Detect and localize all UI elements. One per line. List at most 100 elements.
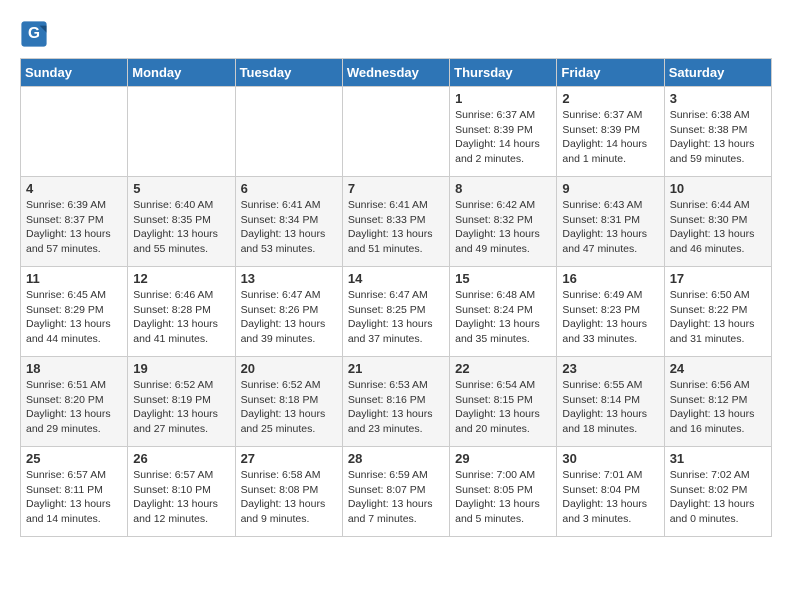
calendar-cell: 22 Sunrise: 6:54 AM Sunset: 8:15 PM Dayli… bbox=[450, 357, 557, 447]
calendar-week-row: 11 Sunrise: 6:45 AM Sunset: 8:29 PM Dayli… bbox=[21, 267, 772, 357]
day-detail: Sunrise: 6:40 AM Sunset: 8:35 PM Dayligh… bbox=[133, 198, 229, 257]
day-number: 6 bbox=[241, 181, 337, 196]
calendar-cell: 2 Sunrise: 6:37 AM Sunset: 8:39 PM Daylig… bbox=[557, 87, 664, 177]
calendar-header-row: SundayMondayTuesdayWednesdayThursdayFrid… bbox=[21, 59, 772, 87]
calendar-cell: 11 Sunrise: 6:45 AM Sunset: 8:29 PM Dayli… bbox=[21, 267, 128, 357]
calendar-cell: 28 Sunrise: 6:59 AM Sunset: 8:07 PM Dayli… bbox=[342, 447, 449, 537]
calendar-cell: 12 Sunrise: 6:46 AM Sunset: 8:28 PM Dayli… bbox=[128, 267, 235, 357]
day-number: 24 bbox=[670, 361, 766, 376]
day-number: 14 bbox=[348, 271, 444, 286]
day-number: 8 bbox=[455, 181, 551, 196]
day-number: 12 bbox=[133, 271, 229, 286]
header-tuesday: Tuesday bbox=[235, 59, 342, 87]
calendar-table: SundayMondayTuesdayWednesdayThursdayFrid… bbox=[20, 58, 772, 537]
day-number: 27 bbox=[241, 451, 337, 466]
day-detail: Sunrise: 6:55 AM Sunset: 8:14 PM Dayligh… bbox=[562, 378, 658, 437]
calendar-cell bbox=[128, 87, 235, 177]
day-number: 3 bbox=[670, 91, 766, 106]
day-detail: Sunrise: 6:37 AM Sunset: 8:39 PM Dayligh… bbox=[562, 108, 658, 167]
day-detail: Sunrise: 6:39 AM Sunset: 8:37 PM Dayligh… bbox=[26, 198, 122, 257]
header-wednesday: Wednesday bbox=[342, 59, 449, 87]
calendar-cell bbox=[21, 87, 128, 177]
day-number: 31 bbox=[670, 451, 766, 466]
day-number: 2 bbox=[562, 91, 658, 106]
day-number: 29 bbox=[455, 451, 551, 466]
day-detail: Sunrise: 6:37 AM Sunset: 8:39 PM Dayligh… bbox=[455, 108, 551, 167]
day-number: 28 bbox=[348, 451, 444, 466]
calendar-cell: 6 Sunrise: 6:41 AM Sunset: 8:34 PM Daylig… bbox=[235, 177, 342, 267]
header-friday: Friday bbox=[557, 59, 664, 87]
day-detail: Sunrise: 6:50 AM Sunset: 8:22 PM Dayligh… bbox=[670, 288, 766, 347]
day-detail: Sunrise: 6:51 AM Sunset: 8:20 PM Dayligh… bbox=[26, 378, 122, 437]
day-detail: Sunrise: 6:41 AM Sunset: 8:33 PM Dayligh… bbox=[348, 198, 444, 257]
day-detail: Sunrise: 6:47 AM Sunset: 8:25 PM Dayligh… bbox=[348, 288, 444, 347]
day-detail: Sunrise: 6:57 AM Sunset: 8:11 PM Dayligh… bbox=[26, 468, 122, 527]
calendar-week-row: 25 Sunrise: 6:57 AM Sunset: 8:11 PM Dayli… bbox=[21, 447, 772, 537]
day-number: 4 bbox=[26, 181, 122, 196]
calendar-cell: 21 Sunrise: 6:53 AM Sunset: 8:16 PM Dayli… bbox=[342, 357, 449, 447]
calendar-cell: 10Sunrise: 6:44 AM Sunset: 8:30 PM Dayli… bbox=[664, 177, 771, 267]
calendar-cell: 29 Sunrise: 7:00 AM Sunset: 8:05 PM Dayli… bbox=[450, 447, 557, 537]
day-detail: Sunrise: 6:47 AM Sunset: 8:26 PM Dayligh… bbox=[241, 288, 337, 347]
day-number: 21 bbox=[348, 361, 444, 376]
calendar-cell: 14 Sunrise: 6:47 AM Sunset: 8:25 PM Dayli… bbox=[342, 267, 449, 357]
day-detail: Sunrise: 6:57 AM Sunset: 8:10 PM Dayligh… bbox=[133, 468, 229, 527]
day-detail: Sunrise: 6:48 AM Sunset: 8:24 PM Dayligh… bbox=[455, 288, 551, 347]
day-number: 22 bbox=[455, 361, 551, 376]
day-detail: Sunrise: 6:59 AM Sunset: 8:07 PM Dayligh… bbox=[348, 468, 444, 527]
calendar-cell: 19Sunrise: 6:52 AM Sunset: 8:19 PM Dayli… bbox=[128, 357, 235, 447]
header-thursday: Thursday bbox=[450, 59, 557, 87]
header-sunday: Sunday bbox=[21, 59, 128, 87]
calendar-cell: 1 Sunrise: 6:37 AM Sunset: 8:39 PM Daylig… bbox=[450, 87, 557, 177]
day-detail: Sunrise: 6:53 AM Sunset: 8:16 PM Dayligh… bbox=[348, 378, 444, 437]
day-detail: Sunrise: 6:56 AM Sunset: 8:12 PM Dayligh… bbox=[670, 378, 766, 437]
day-number: 1 bbox=[455, 91, 551, 106]
calendar-cell: 3 Sunrise: 6:38 AM Sunset: 8:38 PM Daylig… bbox=[664, 87, 771, 177]
calendar-cell: 13Sunrise: 6:47 AM Sunset: 8:26 PM Dayli… bbox=[235, 267, 342, 357]
calendar-cell: 4 Sunrise: 6:39 AM Sunset: 8:37 PM Daylig… bbox=[21, 177, 128, 267]
calendar-cell: 27 Sunrise: 6:58 AM Sunset: 8:08 PM Dayli… bbox=[235, 447, 342, 537]
day-detail: Sunrise: 6:58 AM Sunset: 8:08 PM Dayligh… bbox=[241, 468, 337, 527]
day-number: 16 bbox=[562, 271, 658, 286]
calendar-cell: 18 Sunrise: 6:51 AM Sunset: 8:20 PM Dayli… bbox=[21, 357, 128, 447]
day-number: 17 bbox=[670, 271, 766, 286]
day-number: 11 bbox=[26, 271, 122, 286]
calendar-cell: 24 Sunrise: 6:56 AM Sunset: 8:12 PM Dayli… bbox=[664, 357, 771, 447]
calendar-cell: 15 Sunrise: 6:48 AM Sunset: 8:24 PM Dayli… bbox=[450, 267, 557, 357]
calendar-cell: 26Sunrise: 6:57 AM Sunset: 8:10 PM Dayli… bbox=[128, 447, 235, 537]
day-detail: Sunrise: 6:45 AM Sunset: 8:29 PM Dayligh… bbox=[26, 288, 122, 347]
day-number: 30 bbox=[562, 451, 658, 466]
day-detail: Sunrise: 6:54 AM Sunset: 8:15 PM Dayligh… bbox=[455, 378, 551, 437]
day-detail: Sunrise: 6:41 AM Sunset: 8:34 PM Dayligh… bbox=[241, 198, 337, 257]
logo-icon: G bbox=[20, 20, 48, 48]
calendar-cell: 16 Sunrise: 6:49 AM Sunset: 8:23 PM Dayli… bbox=[557, 267, 664, 357]
calendar-cell: 20Sunrise: 6:52 AM Sunset: 8:18 PM Dayli… bbox=[235, 357, 342, 447]
header-monday: Monday bbox=[128, 59, 235, 87]
day-number: 18 bbox=[26, 361, 122, 376]
day-detail: Sunrise: 6:49 AM Sunset: 8:23 PM Dayligh… bbox=[562, 288, 658, 347]
day-number: 5 bbox=[133, 181, 229, 196]
calendar-cell: 17 Sunrise: 6:50 AM Sunset: 8:22 PM Dayli… bbox=[664, 267, 771, 357]
calendar-cell: 30 Sunrise: 7:01 AM Sunset: 8:04 PM Dayli… bbox=[557, 447, 664, 537]
day-detail: Sunrise: 6:42 AM Sunset: 8:32 PM Dayligh… bbox=[455, 198, 551, 257]
calendar-cell: 25 Sunrise: 6:57 AM Sunset: 8:11 PM Dayli… bbox=[21, 447, 128, 537]
day-detail: Sunrise: 7:02 AM Sunset: 8:02 PM Dayligh… bbox=[670, 468, 766, 527]
day-number: 9 bbox=[562, 181, 658, 196]
day-detail: Sunrise: 6:46 AM Sunset: 8:28 PM Dayligh… bbox=[133, 288, 229, 347]
logo: G bbox=[20, 20, 50, 48]
svg-text:G: G bbox=[28, 25, 40, 42]
calendar-week-row: 1 Sunrise: 6:37 AM Sunset: 8:39 PM Daylig… bbox=[21, 87, 772, 177]
page-header: G bbox=[20, 20, 772, 48]
day-number: 15 bbox=[455, 271, 551, 286]
day-detail: Sunrise: 6:38 AM Sunset: 8:38 PM Dayligh… bbox=[670, 108, 766, 167]
day-detail: Sunrise: 6:44 AM Sunset: 8:30 PM Dayligh… bbox=[670, 198, 766, 257]
calendar-week-row: 4 Sunrise: 6:39 AM Sunset: 8:37 PM Daylig… bbox=[21, 177, 772, 267]
header-saturday: Saturday bbox=[664, 59, 771, 87]
day-detail: Sunrise: 7:01 AM Sunset: 8:04 PM Dayligh… bbox=[562, 468, 658, 527]
calendar-cell: 8 Sunrise: 6:42 AM Sunset: 8:32 PM Daylig… bbox=[450, 177, 557, 267]
calendar-cell: 7Sunrise: 6:41 AM Sunset: 8:33 PM Daylig… bbox=[342, 177, 449, 267]
day-number: 20 bbox=[241, 361, 337, 376]
calendar-cell: 31 Sunrise: 7:02 AM Sunset: 8:02 PM Dayli… bbox=[664, 447, 771, 537]
day-detail: Sunrise: 7:00 AM Sunset: 8:05 PM Dayligh… bbox=[455, 468, 551, 527]
day-number: 25 bbox=[26, 451, 122, 466]
